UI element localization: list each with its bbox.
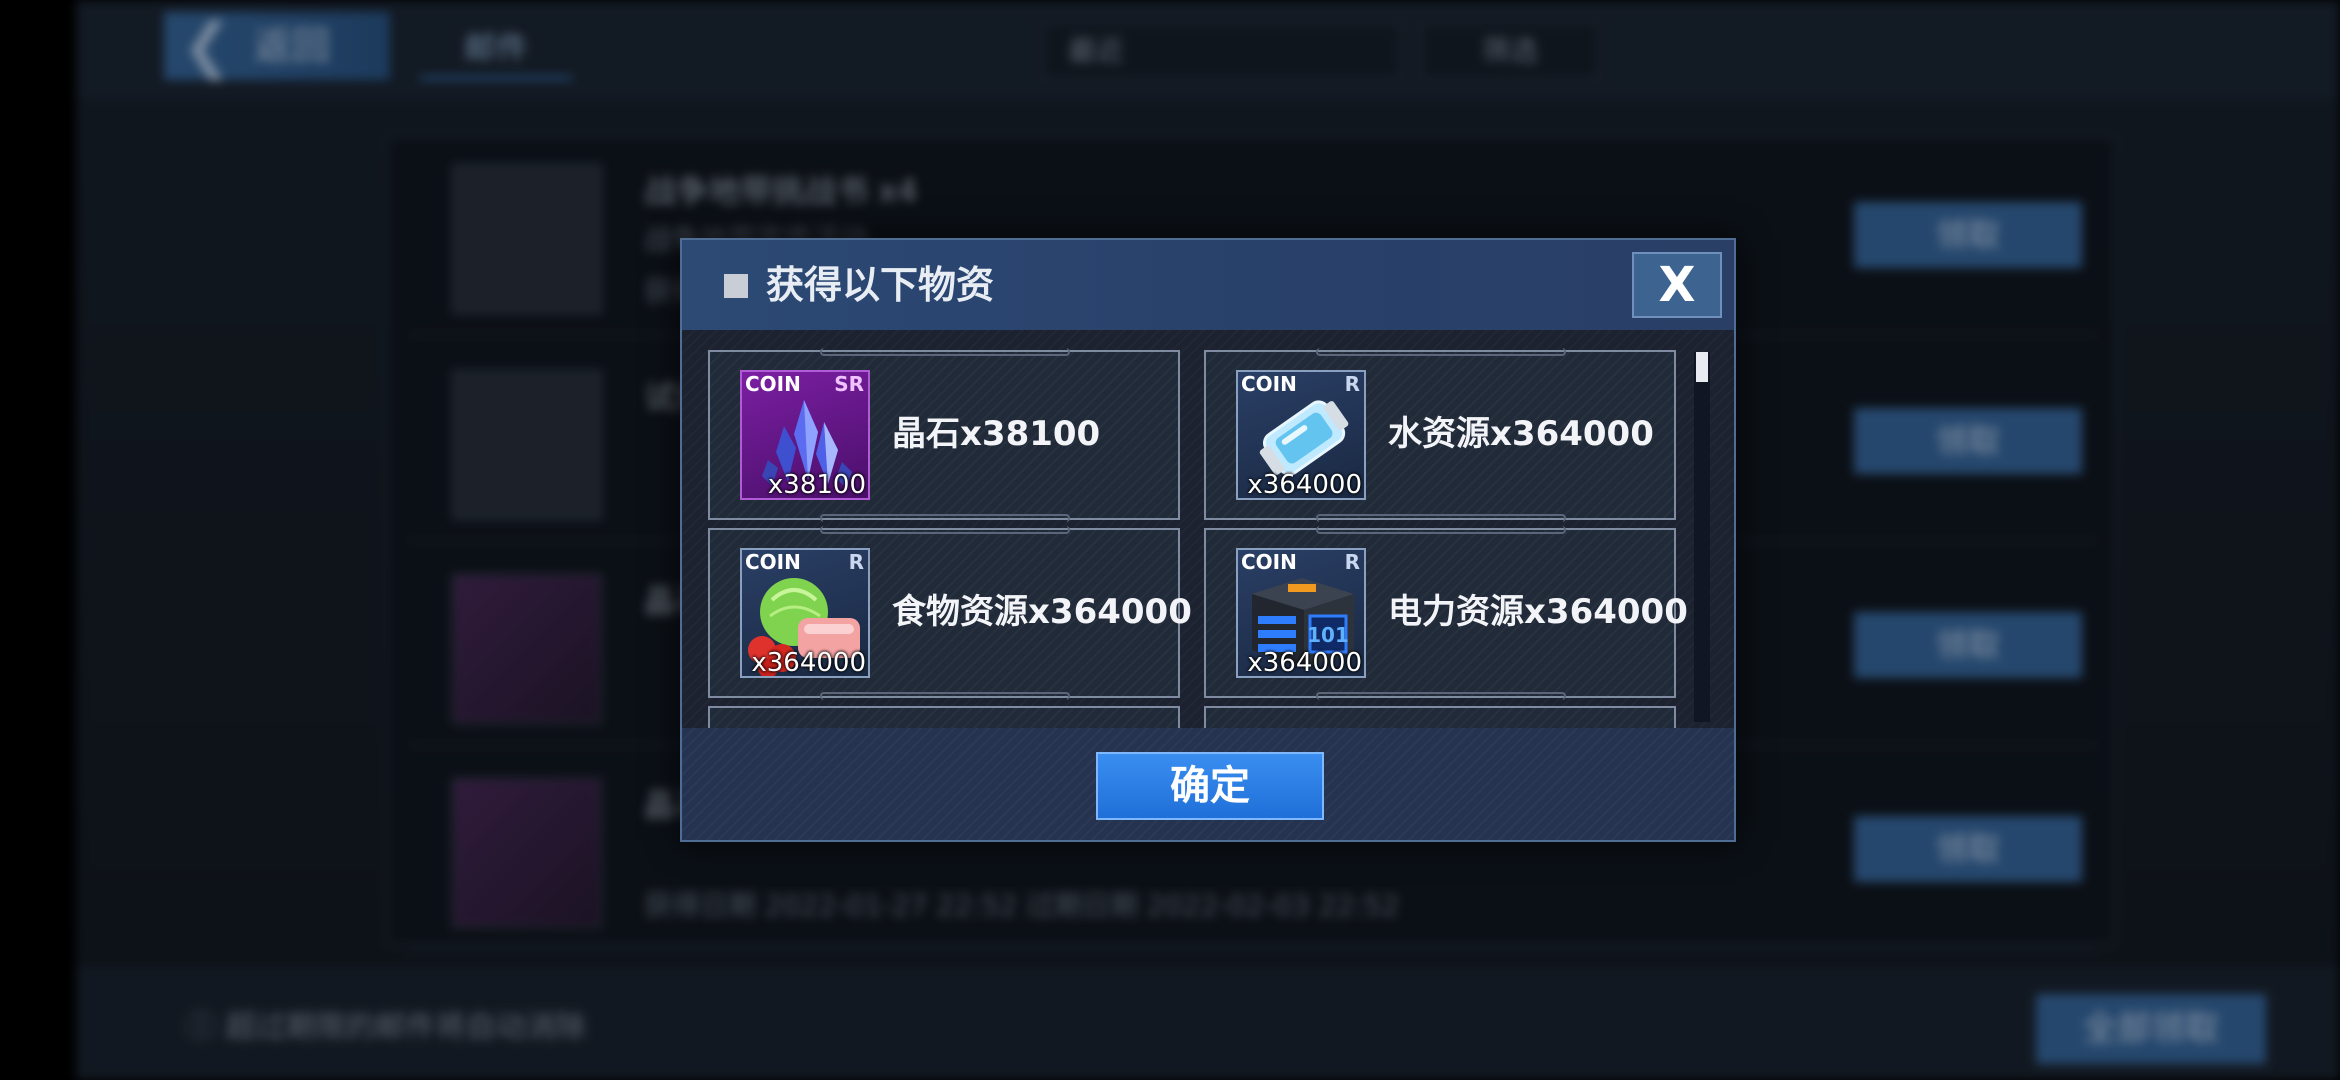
item-name: 电力资源x364000 (1388, 592, 1688, 632)
reward-item: COIN R x364000 食物资源x364000 (708, 526, 1192, 700)
item-quantity: x364000 (751, 648, 866, 678)
item-quantity: x38100 (767, 470, 866, 500)
card-divider (820, 514, 1070, 522)
item-icon-frame: COIN R x364000 (1236, 370, 1366, 500)
item-name: 食物资源x364000 (892, 592, 1192, 632)
item-quantity: x364000 (1247, 648, 1362, 678)
card-divider (820, 692, 1070, 700)
card-divider (1316, 526, 1566, 534)
rarity-badge: SR (834, 372, 864, 396)
rarity-badge: R (1344, 372, 1360, 396)
close-button[interactable]: X (1632, 252, 1722, 318)
scrollbar-thumb[interactable] (1696, 352, 1708, 382)
item-name: 晶石x38100 (892, 414, 1101, 454)
reward-list[interactable]: COIN SR x38100 晶石x38100 COIN R x364000 水… (682, 330, 1734, 746)
item-quantity: x364000 (1247, 470, 1362, 500)
svg-text:101: 101 (1307, 623, 1349, 647)
item-name: 水资源x364000 (1388, 414, 1654, 454)
coin-tag: COIN (745, 550, 801, 574)
reward-item: COIN SR x38100 晶石x38100 (708, 348, 1180, 522)
item-icon-frame: COIN R x364000 (740, 548, 870, 678)
card-divider (1316, 348, 1566, 356)
scrollbar-track[interactable] (1694, 352, 1710, 722)
coin-tag: COIN (745, 372, 801, 396)
item-icon-frame: 101 COIN R x364000 (1236, 548, 1366, 678)
card-divider (820, 348, 1070, 356)
dialog-footer: 确定 (682, 728, 1734, 840)
item-icon-frame: COIN SR x38100 (740, 370, 870, 500)
card-divider (1316, 514, 1566, 522)
square-bullet-icon (724, 274, 748, 298)
card-divider (820, 526, 1070, 534)
reward-item: 101 COIN R x364000 电力资源x364000 (1204, 526, 1688, 700)
dialog-header: 获得以下物资 X (682, 240, 1734, 330)
confirm-button[interactable]: 确定 (1096, 752, 1324, 820)
dialog-title: 获得以下物资 (766, 263, 995, 307)
reward-item: COIN R x364000 水资源x364000 (1204, 348, 1676, 522)
rarity-badge: R (848, 550, 864, 574)
coin-tag: COIN (1241, 372, 1297, 396)
coin-tag: COIN (1241, 550, 1297, 574)
rarity-badge: R (1344, 550, 1360, 574)
card-divider (1316, 692, 1566, 700)
reward-dialog: 获得以下物资 X COIN SR x38100 晶石x38100 COIN R … (680, 238, 1736, 842)
